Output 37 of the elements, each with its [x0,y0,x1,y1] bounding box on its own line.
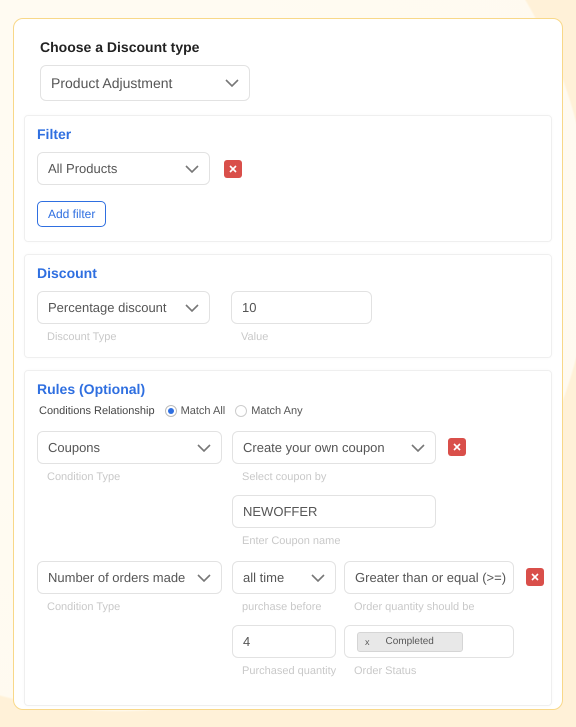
close-icon [453,443,461,451]
section-title: Rules (Optional) [37,381,146,397]
close-icon [531,573,539,581]
discount-type-label: Choose a Discount type [40,39,200,55]
chevron-down-icon [185,164,199,172]
section-title: Filter [37,126,72,142]
select-field[interactable]: Coupons [37,431,222,464]
radio-button[interactable] [235,405,248,417]
select-field[interactable]: Number of orders made [37,561,222,594]
discount-type-select[interactable]: Product Adjustment [40,65,250,101]
remove-button[interactable] [526,568,544,586]
chevron-down-icon [311,574,325,582]
remove-tag-button[interactable]: x [365,636,370,646]
chevron-down-icon [411,444,425,452]
filter-select[interactable]: All Products [37,152,210,185]
input-field[interactable]: Greater than or equal (>=) [344,561,514,594]
input-field[interactable]: 4 [232,625,336,658]
radio-label: Match Any [251,405,303,417]
input-field[interactable]: 10 [231,291,372,324]
chevron-down-icon [197,574,211,582]
radio-label: Match All [180,405,226,417]
radio-button[interactable] [164,405,177,417]
select-field[interactable]: Percentage discount [37,291,210,324]
chevron-down-icon [197,444,211,452]
chevron-down-icon [185,304,199,312]
select-field[interactable]: all time [232,561,336,594]
add-filter-button[interactable]: Add filter [37,201,106,227]
chevron-down-icon [225,79,239,87]
remove-button[interactable] [448,438,466,456]
tag-label: Completed [386,636,434,647]
select-field[interactable]: Create your own coupon [232,431,436,464]
close-icon [229,164,237,172]
remove-button[interactable] [224,160,242,178]
section-title: Discount [37,265,98,281]
relationship-label: Conditions Relationship [39,405,155,417]
input-field[interactable]: NEWOFFER [232,495,436,528]
tags-field[interactable]: x Completed [344,625,514,658]
